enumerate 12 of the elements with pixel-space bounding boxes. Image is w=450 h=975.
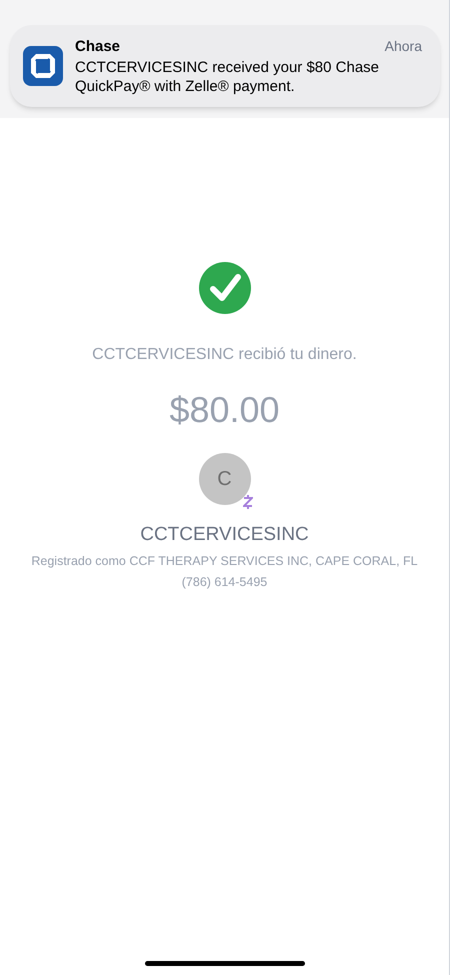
notification-time: Ahora bbox=[384, 36, 422, 56]
payment-amount: $80.00 bbox=[169, 388, 280, 432]
recipient-phone: (786) 614-5495 bbox=[182, 574, 268, 592]
registered-name: Registrado como CCF THERAPY SERVICES INC, CAPE CORAL, FL bbox=[31, 552, 418, 570]
notification-message: CCTCERVICESINC received your $80 Chase QuickPay® with Zelle® payment. bbox=[75, 58, 380, 96]
recipient-avatar: C bbox=[198, 453, 250, 505]
notification-banner[interactable]: Chase Ahora CCTCERVICESINC received your $80 Chase QuickPay® with Zelle® payment. bbox=[10, 25, 440, 107]
octagon-logo-icon bbox=[23, 46, 63, 86]
recipient-name: CCTCERVICESINC bbox=[140, 523, 309, 547]
checkmark-icon bbox=[198, 262, 250, 314]
confirmation-message: CCTCERVICESINC recibió tu dinero. bbox=[92, 345, 357, 365]
notification-app-name: Chase bbox=[75, 36, 120, 57]
